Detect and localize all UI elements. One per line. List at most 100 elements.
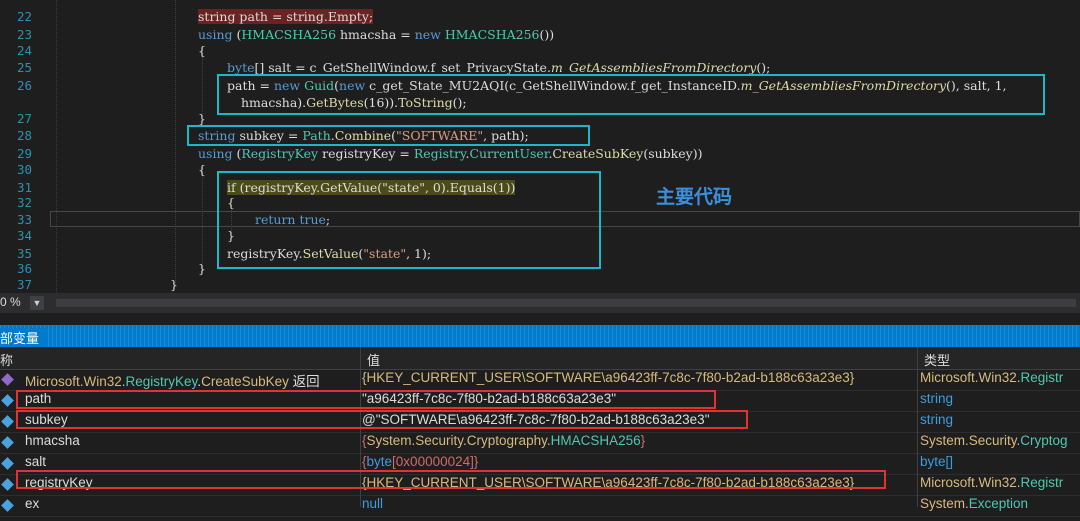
- code-line-23[interactable]: using (HMACSHA256 hmacsha = new HMACSHA2…: [198, 27, 554, 42]
- value-part: byte: [366, 454, 393, 469]
- variable-type: System.Security.Cryptog: [920, 433, 1080, 453]
- type-part: Microsoft.Win32.: [920, 475, 1021, 490]
- type-part: Registr: [1020, 475, 1064, 490]
- indent-guide: [175, 0, 177, 285]
- visual-studio-debugger: 22 23 24 25 26 27 28 29 30 31 32 33 34 3…: [0, 0, 1080, 521]
- variable-type: Microsoft.Win32.Registr: [920, 475, 1080, 495]
- locals-grid[interactable]: 称 值 类型 Microsoft.Win32.RegistryKey.Creat…: [0, 347, 1080, 517]
- table-row[interactable]: ex null System.Exception: [0, 496, 1080, 517]
- line-number: 26: [16, 78, 32, 93]
- code-text: ()): [539, 27, 555, 42]
- highlight-box-registrykey-row: [16, 470, 886, 489]
- highlight-box-registry: [217, 171, 601, 269]
- type-name: Registry: [413, 146, 466, 161]
- locals-window-title[interactable]: 部变量: [0, 325, 1080, 347]
- horizontal-scrollbar[interactable]: [56, 299, 1076, 307]
- line-number: 30: [16, 162, 32, 177]
- table-row[interactable]: hmacsha {System.Security.Cryptography.HM…: [0, 433, 1080, 454]
- code-line-36[interactable]: }: [198, 261, 206, 276]
- name-text: hmacsha: [25, 433, 80, 448]
- variable-name: hmacsha: [0, 433, 358, 453]
- code-line-37[interactable]: }: [170, 277, 178, 292]
- code-text: [] salt = c_GetShellWindow.f_set_Privacy…: [254, 60, 551, 75]
- variable-type: System.Exception: [920, 496, 1080, 516]
- line-number-gutter: 22 23 24 25 26 27 28 29 30 31 32 33 34 3…: [0, 0, 40, 293]
- name-text: ex: [25, 496, 40, 511]
- panel-title-text: 部变量: [0, 328, 46, 347]
- code-line-29[interactable]: using (RegistryKey registryKey = Registr…: [198, 146, 702, 161]
- variable-type: string: [920, 412, 954, 427]
- method-name: m_GetAssembliesFromDirectory: [550, 60, 757, 75]
- highlight-box-path: [217, 74, 1045, 115]
- line-number: 25: [16, 60, 32, 75]
- type-part: Registr: [1020, 370, 1064, 385]
- editor-status-strip: 0 % ▼: [0, 293, 1080, 313]
- locals-grid-header: 称 值 类型: [0, 347, 1080, 370]
- line-number: 28: [16, 128, 32, 143]
- variable-type: Microsoft.Win32.Registr: [920, 370, 1080, 390]
- type-part: Exception: [968, 496, 1029, 511]
- variable-type: string: [920, 391, 954, 406]
- code-line-25[interactable]: byte[] salt = c_GetShellWindow.f_set_Pri…: [227, 60, 770, 75]
- value-part: }: [640, 433, 646, 448]
- name-part: Microsoft.Win32.: [25, 374, 126, 389]
- outline-margin: [56, 0, 58, 293]
- code-line-27[interactable]: }: [198, 111, 206, 126]
- name-text: salt: [25, 454, 47, 469]
- table-row[interactable]: Microsoft.Win32.RegistryKey.CreateSubKey…: [0, 370, 1080, 391]
- line-number: 36: [16, 261, 32, 276]
- name-part: CreateSubKey: [201, 374, 289, 389]
- code-text: hmacsha =: [336, 27, 415, 42]
- type-name: RegistryKey: [241, 146, 319, 161]
- keyword: using: [198, 146, 233, 161]
- type-part: Microsoft.Win32.: [920, 370, 1021, 385]
- type-name: HMACSHA256: [241, 27, 337, 42]
- zoom-level[interactable]: 0 %: [0, 295, 21, 309]
- code-line-22[interactable]: string path = string.Empty;: [198, 9, 374, 24]
- line-number: 34: [16, 228, 32, 243]
- highlight-box-path-row: [16, 390, 716, 409]
- highlight-box-subkey-row: [16, 410, 748, 429]
- line-number: 29: [16, 146, 32, 161]
- line-number: 33: [16, 212, 32, 227]
- variable-type: byte[]: [920, 454, 954, 469]
- variable-value: {HKEY_CURRENT_USER\SOFTWARE\a96423ff-7c8…: [362, 370, 855, 385]
- variable-name: ex: [0, 496, 358, 516]
- column-header-name[interactable]: 称: [0, 350, 13, 369]
- value-part: System.Security.Cryptography.: [366, 433, 551, 448]
- column-header-value[interactable]: 值: [367, 350, 380, 369]
- line-number: 23: [16, 27, 32, 42]
- name-part: RegistryKey: [125, 374, 198, 389]
- line-number: 22: [16, 9, 32, 24]
- keyword: using: [198, 27, 233, 42]
- zoom-dropdown-icon[interactable]: ▼: [30, 296, 44, 310]
- column-header-type[interactable]: 类型: [924, 350, 950, 369]
- name-part: 返回: [288, 374, 320, 389]
- type-part: Cryptog: [1020, 433, 1068, 448]
- code-text: registryKey =: [318, 146, 414, 161]
- indent-guide: [202, 50, 204, 116]
- value-part: }: [473, 454, 479, 469]
- line-number: 27: [16, 111, 32, 126]
- code-editor[interactable]: 22 23 24 25 26 27 28 29 30 31 32 33 34 3…: [0, 0, 1080, 293]
- type-name: CurrentUser: [469, 146, 549, 161]
- variable-name: Microsoft.Win32.RegistryKey.CreateSubKey…: [0, 370, 358, 390]
- keyword: byte: [227, 60, 255, 75]
- code-line-30[interactable]: {: [198, 162, 206, 177]
- variable-value: null: [362, 496, 384, 511]
- type-part: System.: [920, 496, 969, 511]
- type-part: System.Security.: [920, 433, 1021, 448]
- code-line-24[interactable]: {: [198, 43, 206, 58]
- method-name: CreateSubKey: [552, 146, 644, 161]
- line-number: 24: [16, 43, 32, 58]
- value-part: [0x00000024]: [392, 454, 474, 469]
- line-number: 37: [16, 277, 32, 292]
- column-divider[interactable]: [917, 347, 918, 507]
- line-number: 35: [16, 246, 32, 261]
- code-text: (subkey)): [643, 146, 703, 161]
- code-text: ();: [756, 60, 771, 75]
- variable-value: {System.Security.Cryptography.HMACSHA256…: [362, 433, 916, 453]
- highlight-box-subkey: [187, 125, 590, 146]
- value-part: HMACSHA256: [550, 433, 641, 448]
- keyword: new: [414, 27, 441, 42]
